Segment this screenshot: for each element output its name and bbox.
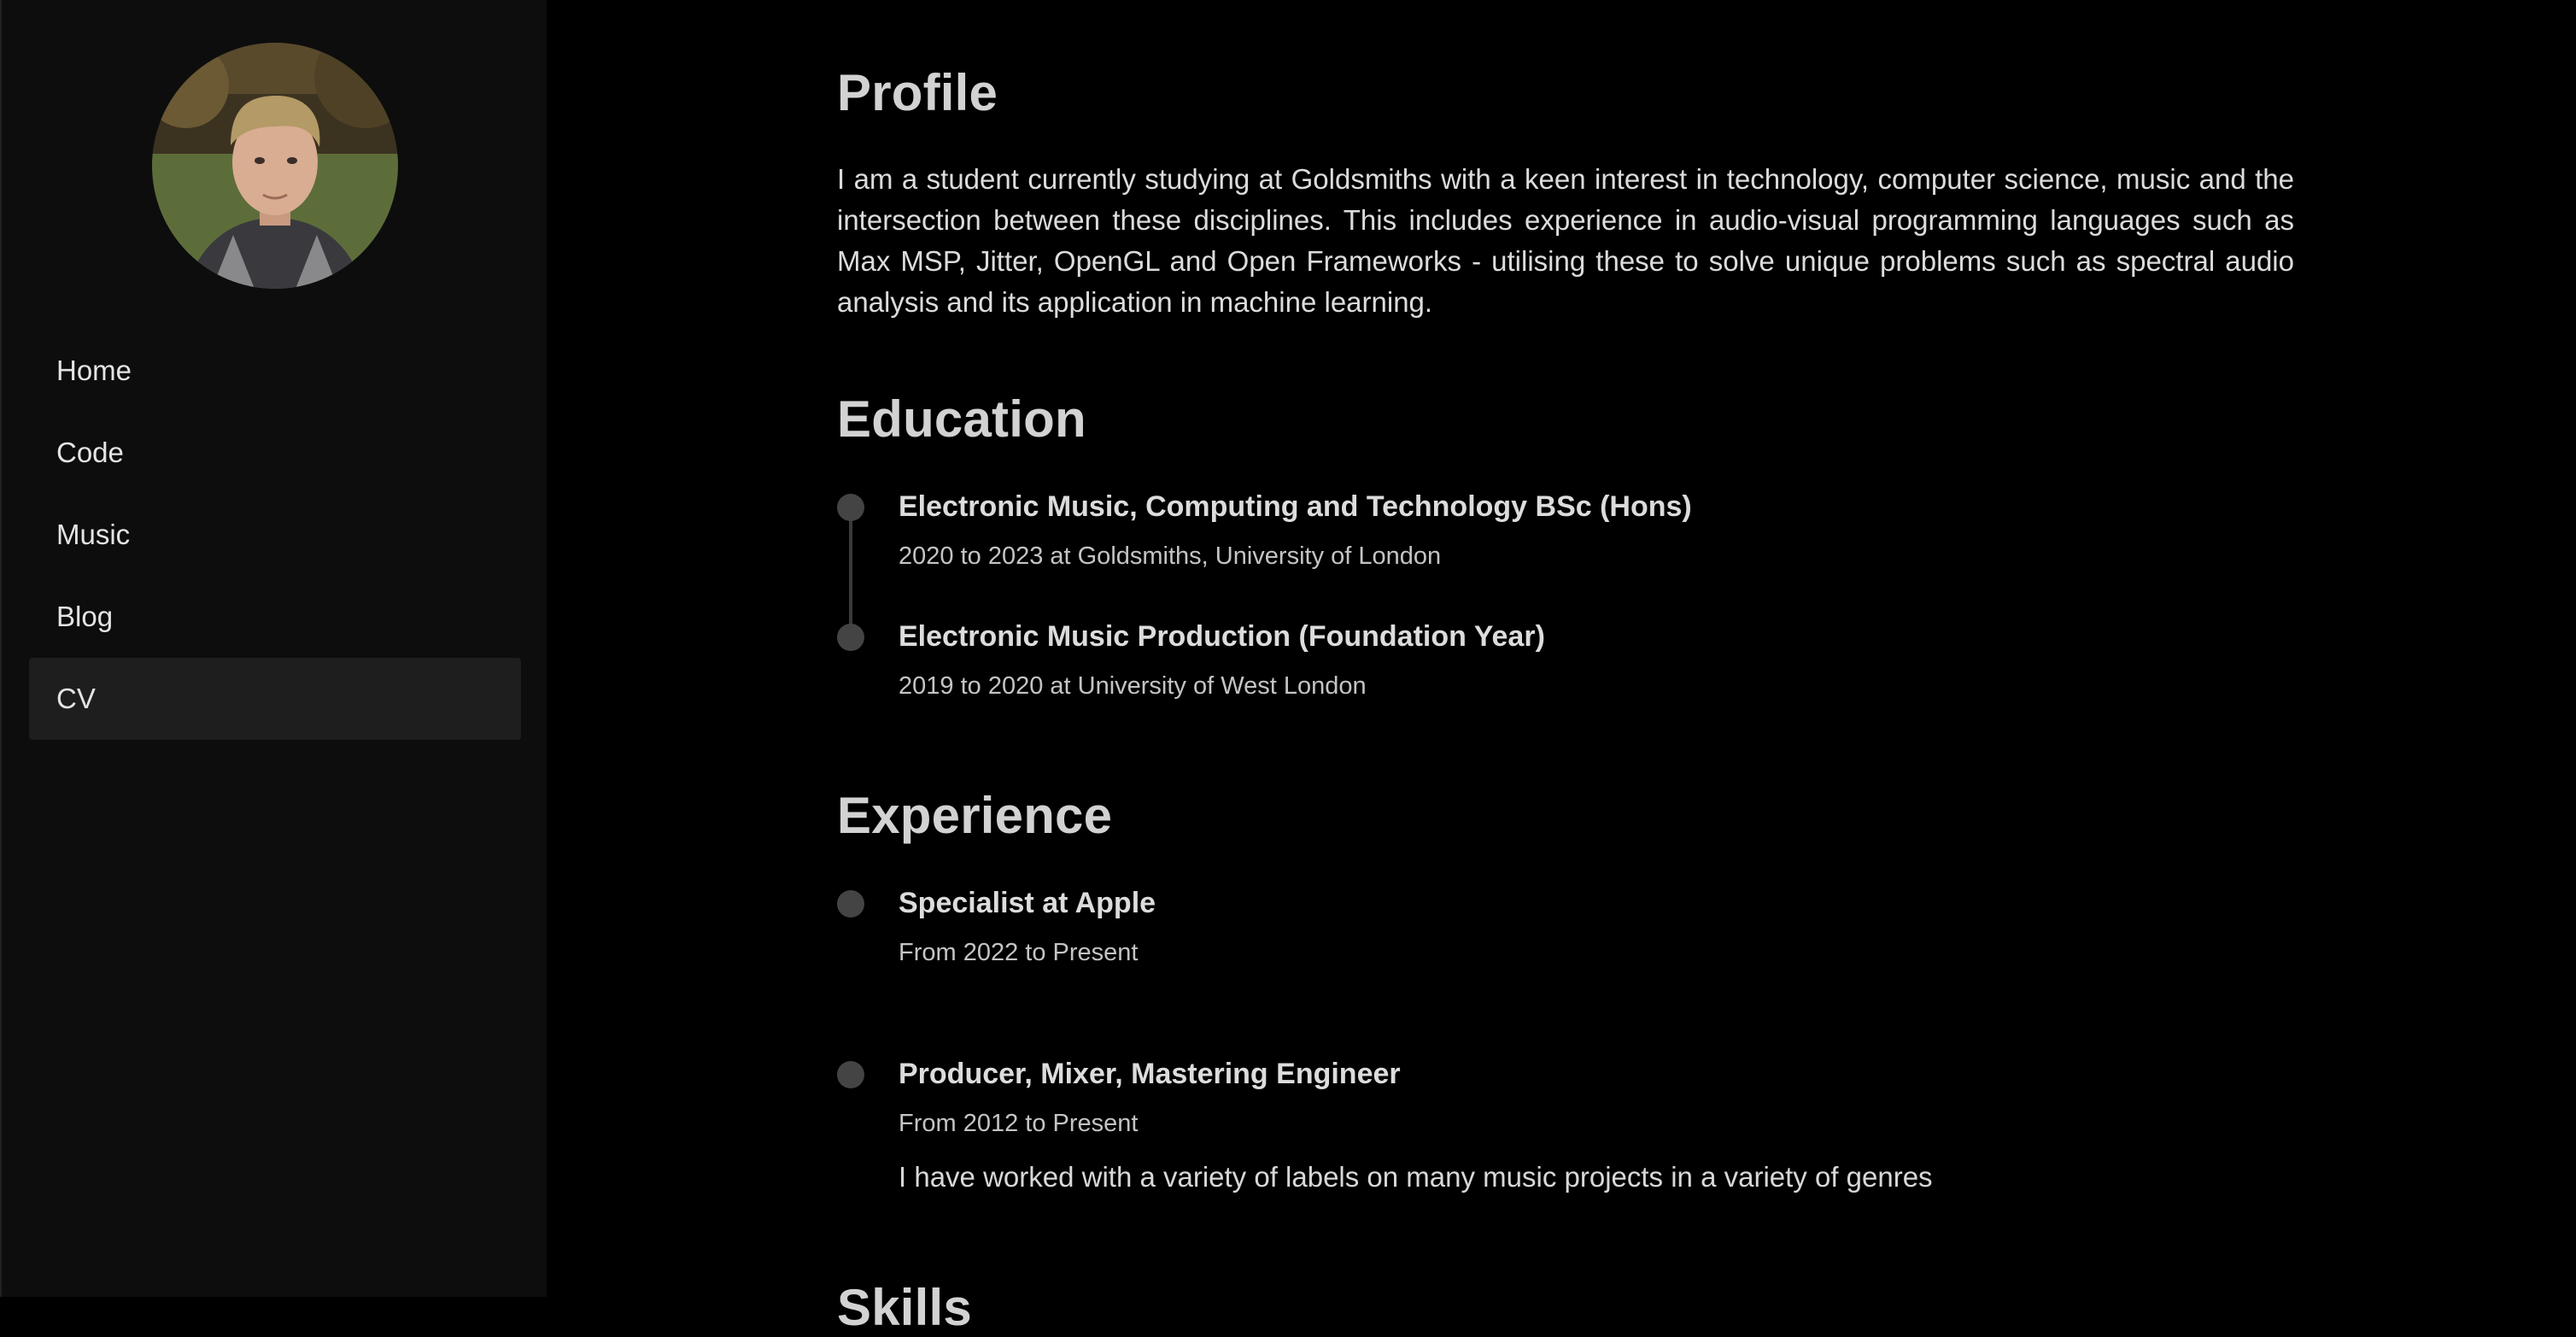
experience-title: Specialist at Apple (899, 887, 1156, 919)
education-timeline-line (849, 507, 852, 636)
experience-description: I have worked with a variety of labels o… (899, 1161, 1933, 1193)
timeline-dot (837, 624, 864, 651)
sidebar: Home Code Music Blog CV (0, 0, 547, 1297)
experience-title: Producer, Mixer, Mastering Engineer (899, 1058, 1401, 1090)
nav-item-code[interactable]: Code (29, 412, 521, 494)
education-title: Electronic Music, Computing and Technolo… (899, 490, 1692, 523)
profile-heading: Profile (837, 64, 998, 121)
sidebar-nav: Home Code Music Blog CV (29, 330, 521, 740)
profile-text: I am a student currently studying at Gol… (837, 163, 2294, 318)
experience-date: From 2012 to Present (899, 1110, 1139, 1137)
education-date: 2019 to 2020 at University of West Londo… (899, 672, 1367, 700)
nav-item-home[interactable]: Home (29, 330, 521, 412)
main-content: Profile I am a student currently studyin… (837, 0, 2294, 1336)
timeline-dot (837, 890, 864, 918)
education-date: 2020 to 2023 at Goldsmiths, University o… (899, 542, 1442, 570)
timeline-dot (837, 1061, 864, 1088)
skills-heading: Skills (837, 1279, 972, 1336)
timeline-dot (837, 494, 864, 521)
education-heading: Education (837, 390, 1086, 448)
experience-heading: Experience (837, 787, 1113, 844)
experience-date: From 2022 to Present (899, 939, 1139, 966)
avatar (152, 43, 398, 289)
profile-photo (152, 43, 398, 289)
nav-item-cv[interactable]: CV (29, 658, 521, 740)
nav-item-music[interactable]: Music (29, 494, 521, 576)
nav-item-blog[interactable]: Blog (29, 576, 521, 658)
education-title: Electronic Music Production (Foundation … (899, 620, 1545, 653)
